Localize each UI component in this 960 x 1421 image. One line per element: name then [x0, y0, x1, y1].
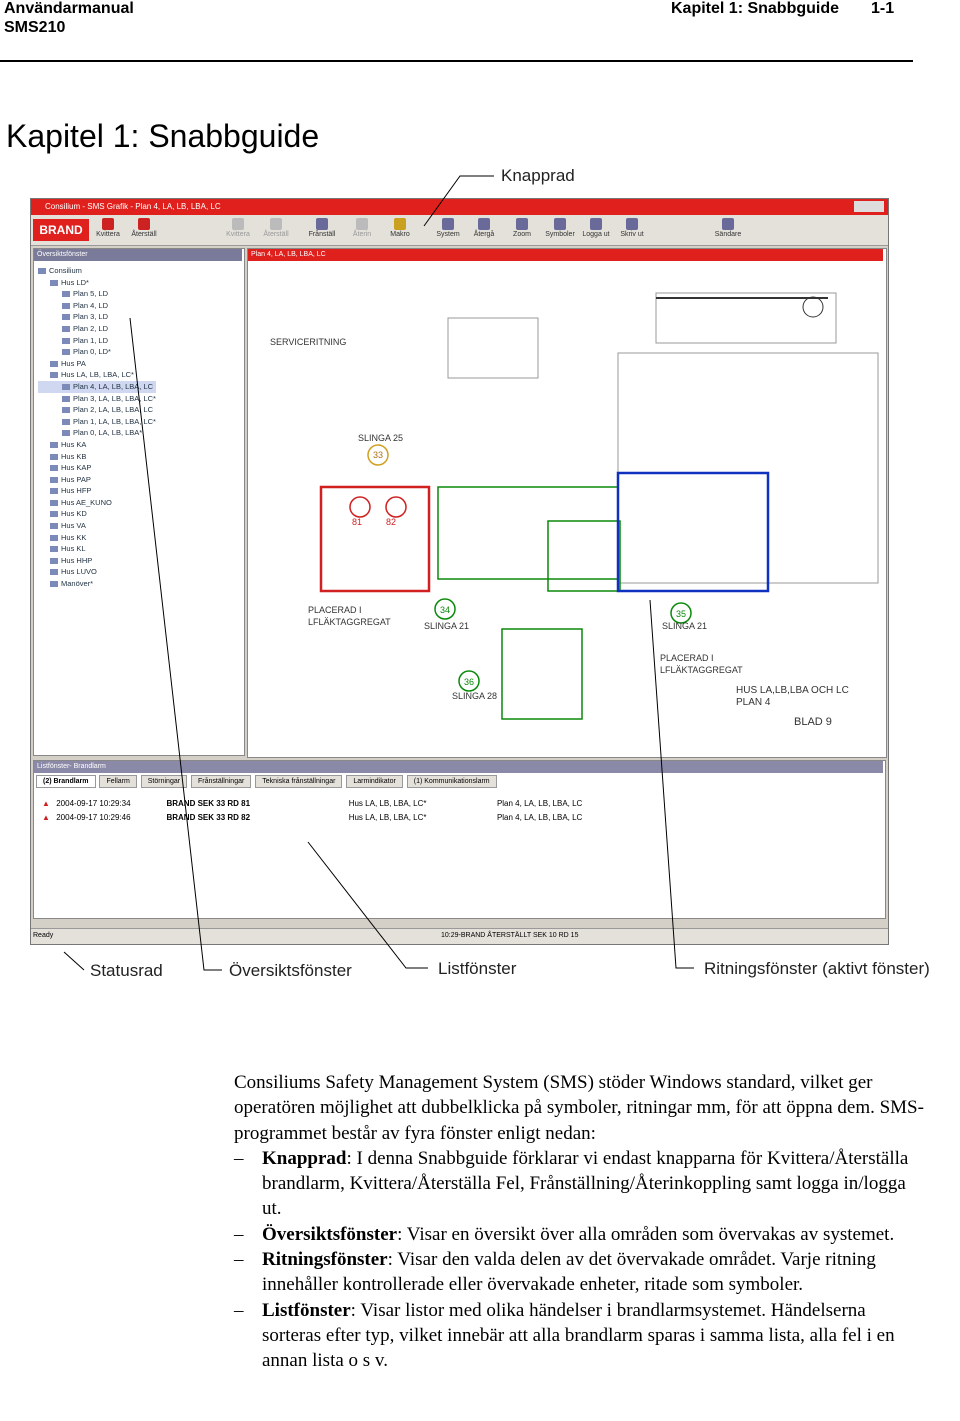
list-item: – Översiktsfönster: Visar en översikt öve… — [234, 1223, 895, 1245]
list-item: – Listfönster: Visar listor med olika hän… — [234, 1299, 895, 1372]
list-item: – Ritningsfönster: Visar den valda delen … — [234, 1249, 876, 1296]
callout-lines — [63, 175, 694, 971]
list-item: – Knapprad: I denna Snabbguide förklarar … — [234, 1147, 909, 1220]
body-text: Consiliums Safety Management System (SMS… — [234, 1070, 924, 1374]
intro-paragraph: Consiliums Safety Management System (SMS… — [234, 1072, 924, 1144]
